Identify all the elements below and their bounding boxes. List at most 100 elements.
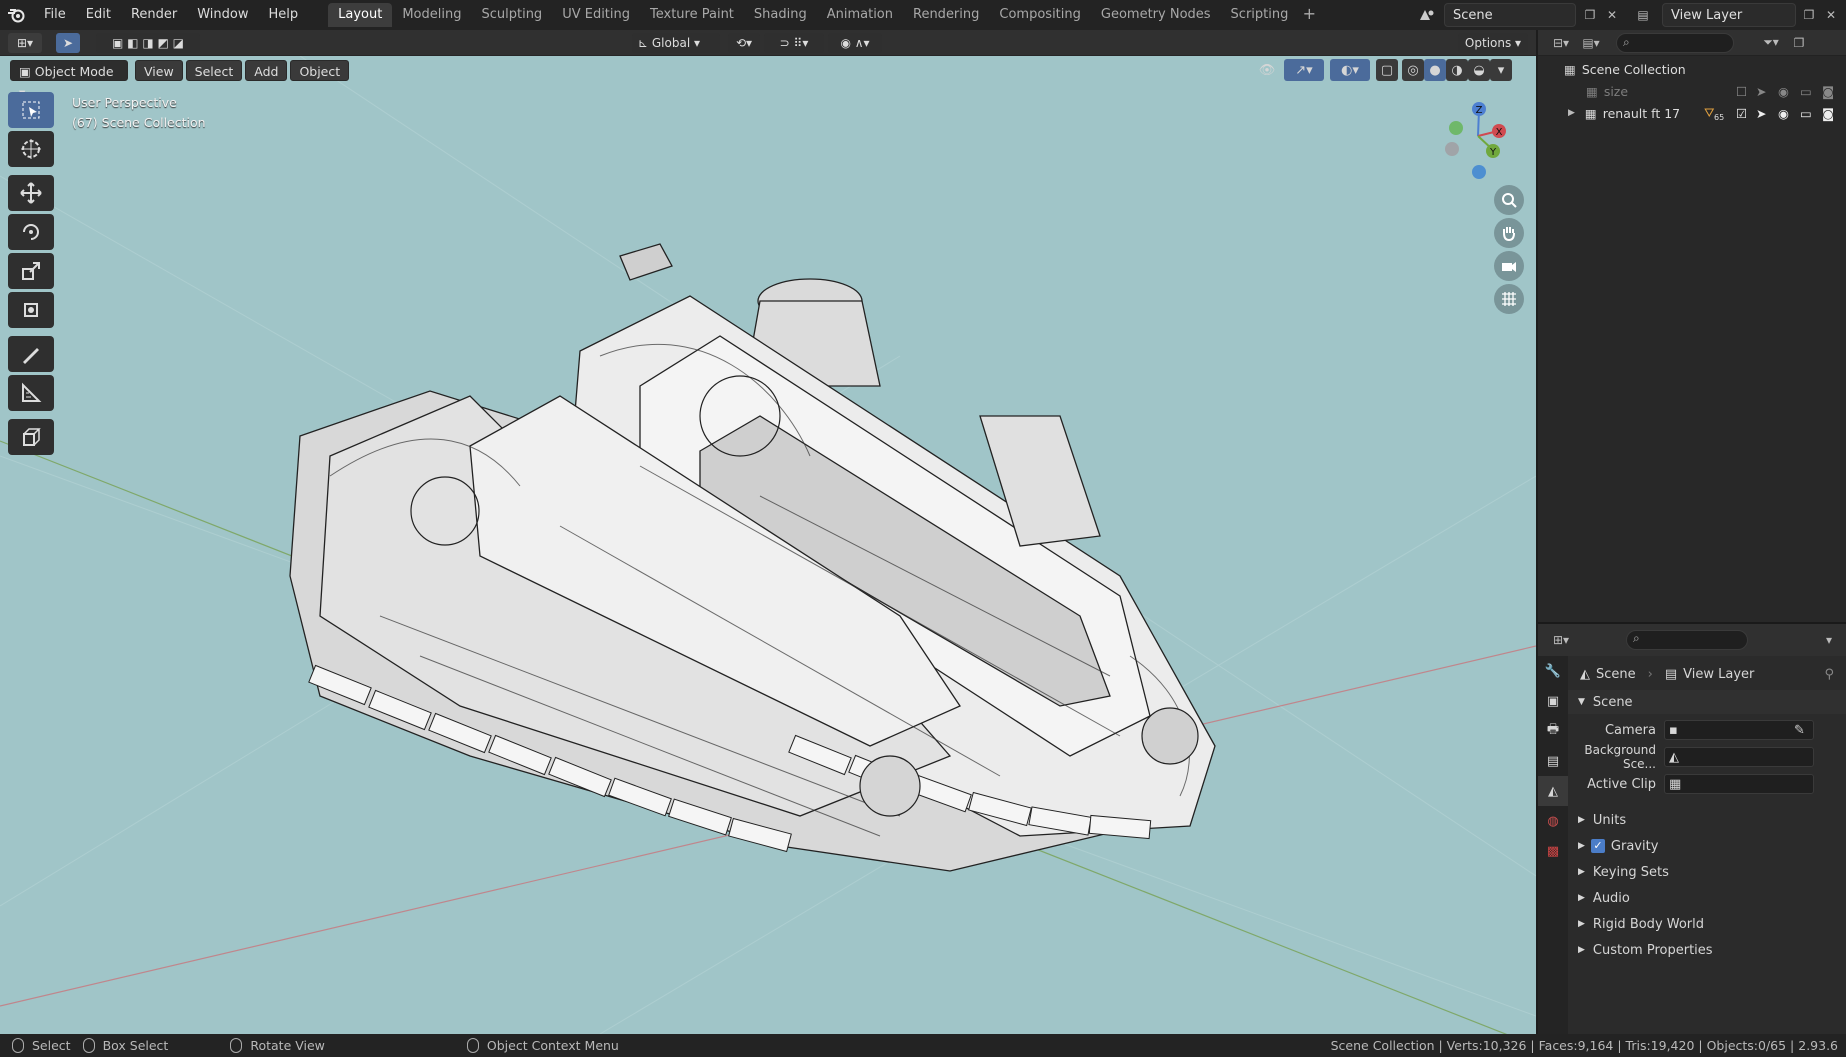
snap-toggle-icon[interactable]: ⊃ ⠿▾ [764, 33, 824, 53]
tab-geometry-nodes[interactable]: Geometry Nodes [1091, 3, 1221, 27]
xray-toggle-icon[interactable]: ▢ [1376, 59, 1398, 81]
tab-rendering[interactable]: Rendering [903, 3, 989, 27]
selectable-arrow-icon[interactable]: ➤ [1756, 106, 1766, 121]
transform-orientation-dropdown[interactable]: ⊾ Global ▾ [632, 33, 720, 53]
3d-viewport[interactable] [0, 56, 1536, 1034]
tab-modeling[interactable]: Modeling [392, 3, 471, 27]
texture-tab-icon[interactable]: ▩ [1538, 836, 1568, 866]
properties-editor-type-icon[interactable]: ⊞▾ [1546, 629, 1576, 651]
world-tab-icon[interactable]: ◍ [1538, 806, 1568, 836]
viewport-menu-select[interactable]: Select [185, 59, 243, 81]
viewport-menu-view[interactable]: View [135, 59, 183, 81]
material-shading-icon[interactable]: ◑ [1446, 59, 1468, 81]
tab-scripting[interactable]: Scripting [1221, 3, 1299, 27]
delete-view-layer-icon[interactable]: ✕ [1820, 4, 1842, 26]
visibility-eye-icon[interactable]: ◉ [1778, 84, 1789, 99]
viewport-monitor-icon[interactable]: ▭ [1800, 84, 1812, 99]
delete-scene-icon[interactable]: ✕ [1601, 4, 1623, 26]
rigid-body-world-panel-header[interactable]: ▶ Rigid Body World [1568, 912, 1846, 936]
properties-search-input[interactable]: ⌕ [1626, 630, 1748, 650]
display-mode-icon[interactable]: ▤▾ [1576, 32, 1606, 54]
exclude-checkbox-icon[interactable]: ☐ [1736, 84, 1747, 99]
exclude-checkbox-checked-icon[interactable]: ☑ [1736, 106, 1747, 121]
new-scene-icon[interactable]: ❐ [1579, 4, 1601, 26]
active-clip-field[interactable]: ▦ [1664, 774, 1814, 794]
cursor-icon[interactable] [8, 131, 54, 167]
viewport-menu-object[interactable]: Object [290, 59, 350, 81]
ortho-grid-icon[interactable] [1494, 284, 1524, 314]
pin-icon[interactable]: ⚲ [1824, 667, 1834, 682]
pan-hand-icon[interactable] [1494, 218, 1524, 248]
eyedropper-icon[interactable]: ✎ [1794, 723, 1805, 738]
pivot-point-icon[interactable]: ⟲▾ [728, 33, 760, 53]
render-tab-icon[interactable]: ▣ [1538, 686, 1568, 716]
selectable-arrow-icon[interactable]: ➤ [1756, 84, 1766, 99]
scene-tab-icon[interactable]: ◭ [1538, 776, 1568, 806]
expand-arrow-icon[interactable]: ▶ [1568, 108, 1575, 118]
view-layer-tab-icon[interactable]: ▤ [1538, 746, 1568, 776]
add-cube-icon[interactable] [8, 419, 54, 455]
scene-panel-header[interactable]: ▼ Scene [1568, 690, 1846, 714]
overlay-toggle-icon[interactable]: ◐▾ [1330, 59, 1370, 81]
view-layer-selector-icon[interactable]: ▤ [1632, 4, 1654, 26]
select-box-icon[interactable] [8, 92, 54, 128]
tab-animation[interactable]: Animation [817, 3, 903, 27]
gravity-checkbox[interactable]: ✓ [1590, 839, 1605, 853]
viewport-monitor-icon[interactable]: ▭ [1800, 106, 1812, 121]
add-workspace-button[interactable]: + [1298, 4, 1320, 26]
menu-window[interactable]: Window [187, 0, 258, 30]
scene-name-field[interactable]: Scene [1444, 3, 1576, 27]
output-tab-icon[interactable]: 🖶 [1538, 716, 1568, 746]
menu-help[interactable]: Help [259, 0, 309, 30]
annotate-icon[interactable] [8, 336, 54, 372]
transform-icon[interactable] [8, 292, 54, 328]
solid-shading-icon[interactable]: ● [1424, 59, 1446, 81]
tab-compositing[interactable]: Compositing [989, 3, 1091, 27]
wireframe-shading-icon[interactable]: ◎ [1402, 59, 1424, 81]
visibility-eye-icon[interactable]: ◉ [1778, 106, 1789, 121]
editor-type-icon[interactable]: ⊞▾ [8, 33, 42, 53]
new-collection-icon[interactable]: ❐ [1786, 32, 1812, 54]
tab-sculpting[interactable]: Sculpting [471, 3, 552, 27]
object-mode-dropdown[interactable]: ▣ Object Mode ▾ [10, 59, 128, 100]
audio-panel-header[interactable]: ▶ Audio [1568, 886, 1846, 910]
keying-sets-panel-header[interactable]: ▶ Keying Sets [1568, 860, 1846, 884]
units-panel-header[interactable]: ▶ Units [1568, 808, 1846, 832]
gizmo-toggle-icon[interactable]: ↗▾ [1284, 59, 1324, 81]
camera-field[interactable]: ▪ [1664, 720, 1814, 740]
scene-selector-icon[interactable] [1412, 4, 1442, 26]
viewport-menu-add[interactable]: Add [245, 59, 288, 81]
proportional-edit-icon[interactable]: ◉ ∧▾ [828, 33, 882, 53]
options-dropdown[interactable]: Options ▾ [1458, 33, 1528, 53]
outliner-item-renault[interactable]: ▶ ▦ renault ft 17 ⛛ 65 ☑ ➤ ◉ ▭ ◙ [1538, 102, 1846, 124]
custom-properties-panel-header[interactable]: ▶ Custom Properties [1568, 938, 1846, 962]
gravity-panel-header[interactable]: ▶ ✓ Gravity [1568, 834, 1846, 858]
outliner-item-size[interactable]: ▦ size ☐ ➤ ◉ ▭ ◙ [1538, 80, 1846, 102]
zoom-icon[interactable] [1494, 185, 1524, 215]
measure-icon[interactable] [8, 375, 54, 411]
filter-icon[interactable]: ⏷▾ [1756, 32, 1786, 54]
outliner-search-input[interactable]: ⌕ [1616, 32, 1734, 53]
menu-file[interactable]: File [34, 0, 76, 30]
view-layer-field[interactable]: View Layer [1662, 3, 1796, 27]
select-tool-icon[interactable]: ➤ [56, 33, 80, 53]
rendered-shading-icon[interactable]: ◒ [1468, 59, 1490, 81]
render-camera-icon[interactable]: ◙ [1822, 84, 1834, 99]
blender-logo-icon[interactable] [0, 0, 34, 30]
tab-shading[interactable]: Shading [744, 3, 817, 27]
tab-layout[interactable]: Layout [328, 3, 393, 27]
properties-options-icon[interactable]: ▾ [1818, 629, 1840, 651]
render-camera-icon[interactable]: ◙ [1822, 106, 1834, 121]
tool-tab-icon[interactable]: 🔧 [1538, 656, 1568, 686]
navigation-gizmo[interactable]: Z X Y [1436, 96, 1516, 188]
move-icon[interactable] [8, 175, 54, 211]
shading-options-icon[interactable]: ▾ [1490, 59, 1512, 81]
rotate-icon[interactable] [8, 214, 54, 250]
menu-edit[interactable]: Edit [76, 0, 121, 30]
tab-texture-paint[interactable]: Texture Paint [640, 3, 744, 27]
new-view-layer-icon[interactable]: ❐ [1798, 4, 1820, 26]
scale-icon[interactable] [8, 253, 54, 289]
camera-view-icon[interactable] [1494, 251, 1524, 281]
visibility-selector-icon[interactable]: 👁 [1256, 59, 1278, 81]
menu-render[interactable]: Render [121, 0, 187, 30]
